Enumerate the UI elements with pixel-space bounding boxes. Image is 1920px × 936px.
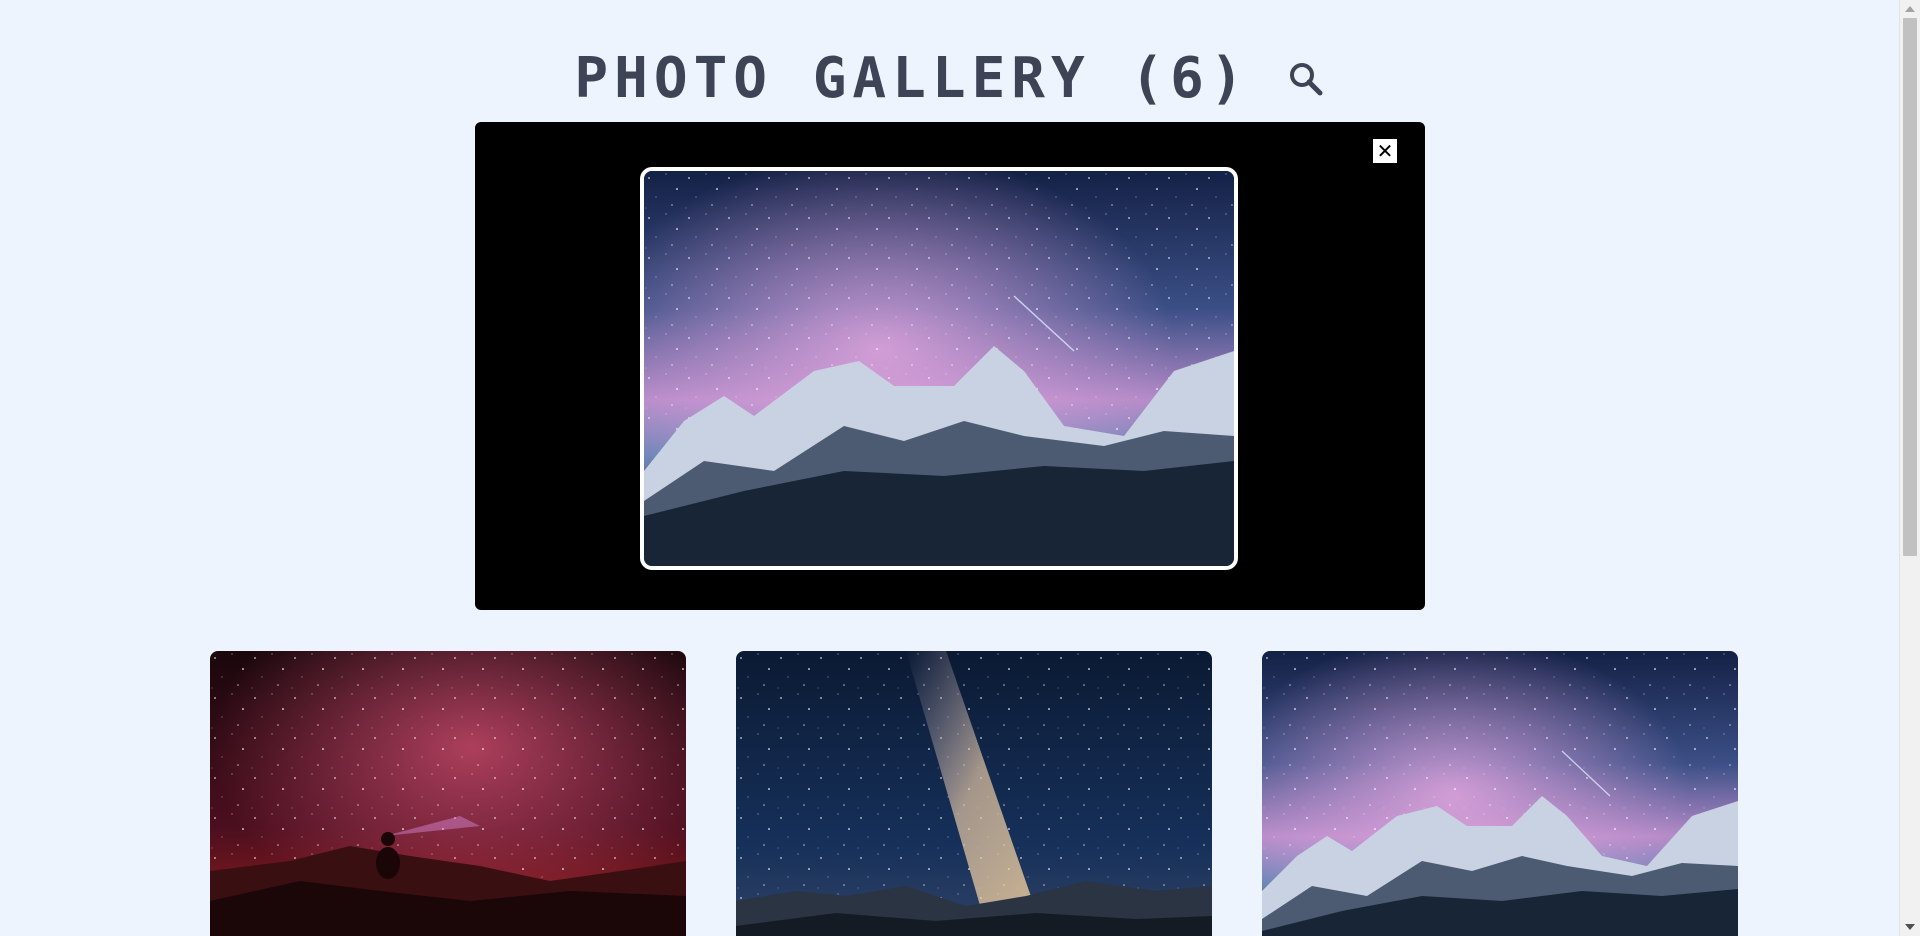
gallery-item[interactable] bbox=[1262, 651, 1738, 936]
snowy-mountains-milky-way-photo bbox=[644, 171, 1234, 566]
snowy-mountains-milky-way-photo bbox=[1262, 651, 1738, 936]
gallery-item[interactable] bbox=[736, 651, 1212, 936]
scroll-down-icon[interactable] bbox=[1905, 924, 1915, 930]
gallery-grid bbox=[210, 651, 1740, 936]
vertical-scrollbar[interactable] bbox=[1899, 0, 1920, 936]
milky-way-over-mountains-photo bbox=[736, 651, 1212, 936]
search-button[interactable] bbox=[1286, 59, 1326, 99]
scroll-up-icon[interactable] bbox=[1905, 6, 1915, 12]
gallery-item[interactable] bbox=[210, 651, 686, 936]
image-modal: ✕ bbox=[475, 122, 1425, 610]
page: PHOTO GALLERY (6) ✕ bbox=[0, 0, 1920, 936]
red-milky-way-headlamp-photo bbox=[210, 651, 686, 936]
close-icon[interactable]: ✕ bbox=[1373, 139, 1397, 163]
page-title: PHOTO GALLERY (6) bbox=[574, 46, 1250, 111]
header: PHOTO GALLERY (6) bbox=[0, 44, 1900, 114]
modal-image bbox=[640, 167, 1238, 570]
scroll-thumb[interactable] bbox=[1903, 18, 1917, 556]
search-icon bbox=[1289, 63, 1323, 96]
